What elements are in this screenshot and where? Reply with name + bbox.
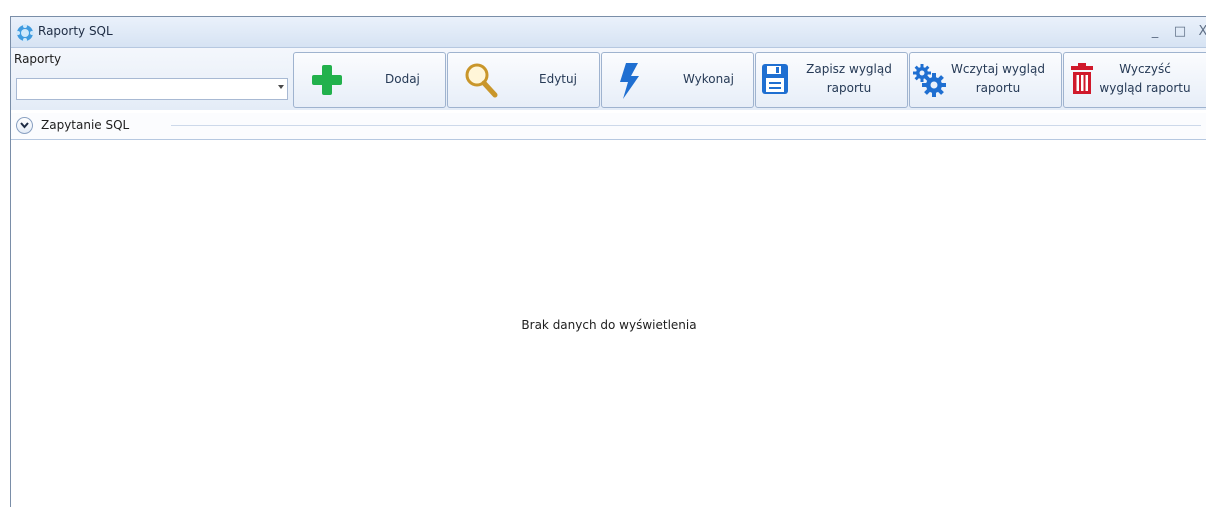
gears-icon: [913, 64, 946, 97]
sql-query-section-title: Zapytanie SQL: [41, 118, 130, 132]
chevron-down-icon[interactable]: [278, 85, 284, 89]
chevron-down-icon: [20, 122, 29, 129]
collapse-toggle-button[interactable]: [16, 117, 33, 134]
reports-label: Raporty: [14, 52, 62, 66]
close-button[interactable]: X: [1192, 22, 1206, 42]
window-title: Raporty SQL: [38, 24, 113, 38]
minimize-button[interactable]: _: [1144, 22, 1166, 42]
grid-empty-message: Brak danych do wyświetlenia: [521, 318, 697, 332]
plus-icon: [312, 65, 342, 95]
edit-button[interactable]: Edytuj: [447, 52, 600, 108]
edit-button-label: Edytuj: [539, 72, 577, 86]
run-button-label: Wykonaj: [683, 72, 734, 86]
load-layout-button[interactable]: Wczytaj wygląd raportu: [909, 52, 1062, 108]
section-divider: [171, 125, 1201, 126]
maximize-button[interactable]: □: [1169, 22, 1191, 42]
load-layout-label-line2: raportu: [975, 81, 1021, 95]
reports-combobox[interactable]: [16, 78, 288, 100]
load-layout-label-line1: Wczytaj wygląd: [951, 62, 1045, 76]
clear-layout-label-line1: Wyczyść: [1119, 62, 1171, 76]
clear-layout-button[interactable]: Wyczyść wygląd raportu: [1063, 52, 1206, 108]
magnifier-icon: [465, 63, 498, 98]
sql-query-section-header: Zapytanie SQL: [11, 113, 1206, 140]
save-layout-label-line2: raportu: [826, 81, 872, 95]
toolbar: Raporty Dodaj Edytuj Wykonaj Zapisz wygl…: [11, 48, 1206, 110]
lightning-icon: [620, 63, 639, 99]
title-bar: Raporty SQL _ □ X: [11, 17, 1206, 48]
clear-layout-label-line2: wygląd raportu: [1099, 81, 1191, 95]
save-layout-label-line1: Zapisz wygląd: [806, 62, 892, 76]
app-window: Raporty SQL _ □ X Raporty Dodaj Edytuj: [10, 16, 1206, 507]
add-button[interactable]: Dodaj: [293, 52, 446, 108]
save-layout-button[interactable]: Zapisz wygląd raportu: [755, 52, 908, 108]
app-logo-icon: [16, 24, 34, 42]
floppy-icon: [762, 64, 788, 94]
add-button-label: Dodaj: [385, 72, 420, 86]
run-button[interactable]: Wykonaj: [601, 52, 754, 108]
